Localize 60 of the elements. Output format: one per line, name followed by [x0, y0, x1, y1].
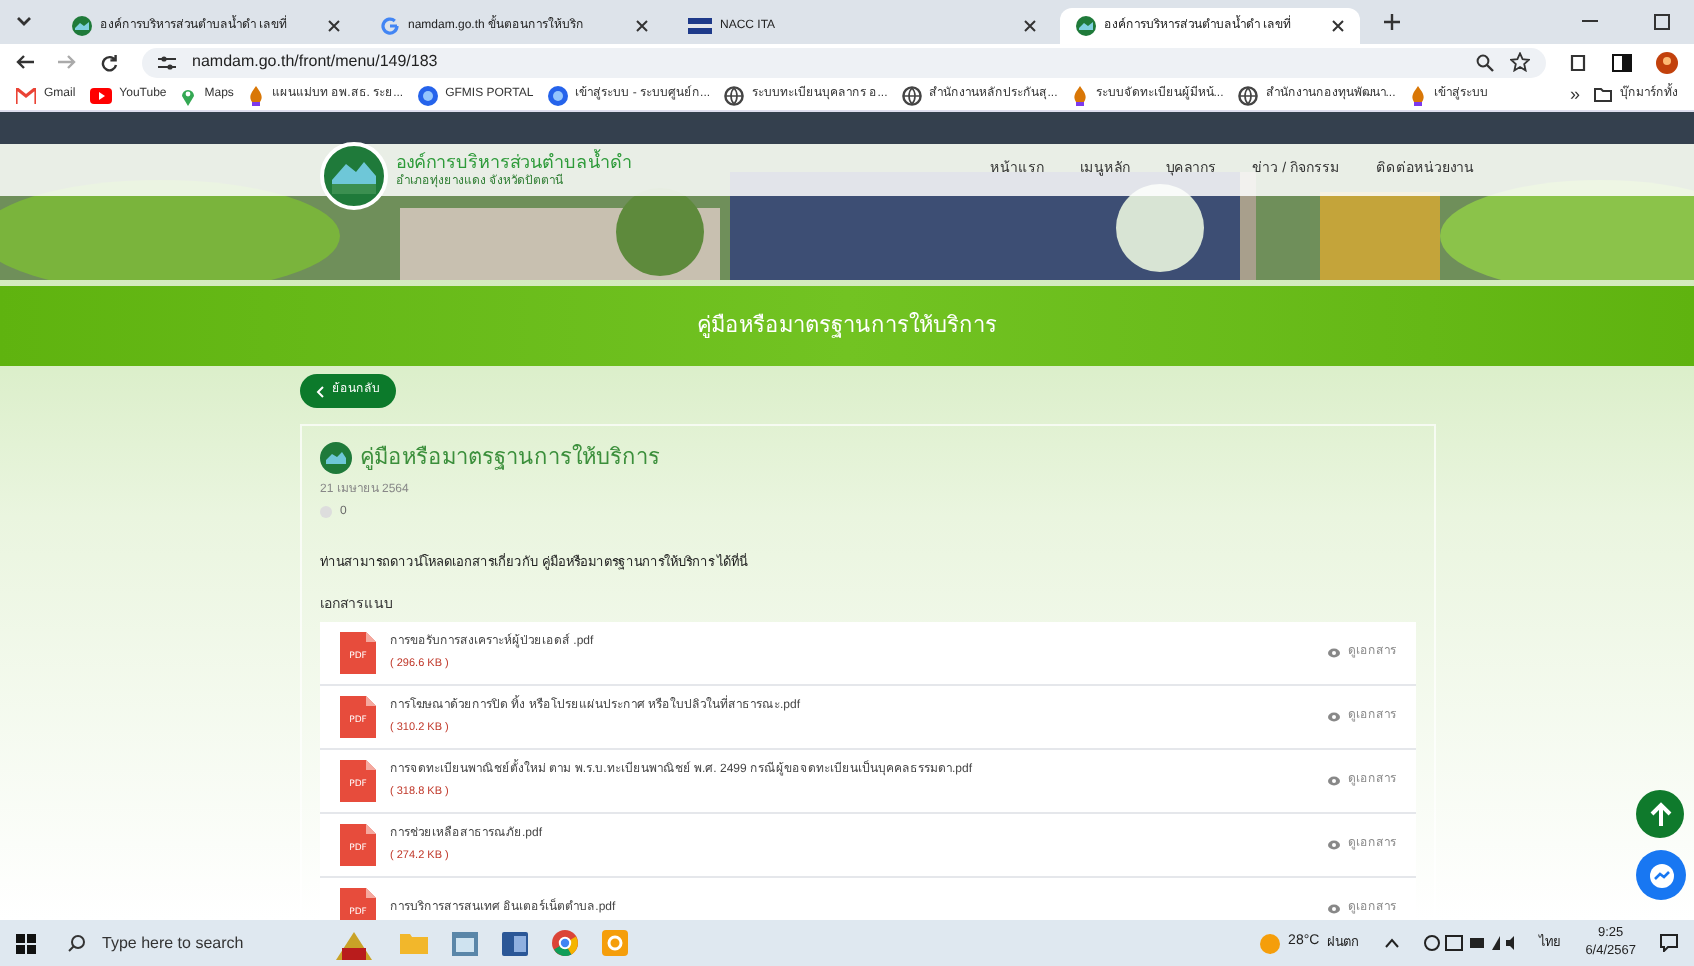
flag-icon	[688, 18, 712, 34]
flame-icon	[1071, 85, 1088, 105]
reload-icon[interactable]	[100, 53, 118, 71]
notification-icon[interactable]	[1660, 934, 1678, 952]
chevron-down-icon[interactable]	[16, 16, 32, 28]
profile-avatar-icon[interactable]	[1656, 51, 1678, 73]
close-icon[interactable]	[636, 20, 648, 32]
address-bar[interactable]: namdam.go.th/front/menu/149/183	[142, 47, 1546, 77]
star-icon[interactable]	[1510, 52, 1530, 72]
scroll-to-top-button[interactable]	[1636, 790, 1684, 838]
maximize-icon[interactable]	[1654, 14, 1670, 30]
globe-icon	[901, 85, 922, 105]
folder-icon	[1594, 88, 1612, 102]
view-icon	[320, 506, 332, 518]
back-arrow-icon[interactable]	[16, 54, 34, 70]
eye-icon	[1328, 903, 1340, 914]
tray-icons-drawing[interactable]	[1423, 934, 1516, 952]
word-icon[interactable]	[502, 931, 528, 955]
card-title: คู่มือหรือมาตรฐานการให้บริการ	[360, 442, 660, 474]
emblem-icon	[72, 16, 92, 36]
emblem-icon	[320, 442, 352, 475]
eye-icon	[1328, 775, 1340, 786]
envelope-icon	[16, 87, 36, 103]
globe-icon	[417, 85, 438, 105]
chevron-up-icon[interactable]	[1383, 938, 1400, 948]
url-text: namdam.go.th/front/menu/149/183	[192, 50, 440, 74]
zoom-icon[interactable]	[1476, 53, 1494, 71]
eye-icon	[1328, 647, 1340, 658]
eye-icon	[1328, 839, 1340, 850]
more-bookmarks-button[interactable]: »	[1569, 81, 1580, 109]
chat-bubble-icon	[1647, 861, 1675, 889]
play-icon	[89, 87, 112, 103]
close-icon[interactable]	[1024, 20, 1036, 32]
close-icon[interactable]	[328, 20, 340, 32]
flame-icon	[1409, 85, 1426, 105]
chevron-left-icon	[316, 385, 324, 397]
temple-icon[interactable]	[332, 927, 376, 959]
globe-icon	[724, 85, 745, 105]
search-icon	[68, 934, 86, 952]
site-name: องค์การบริหารส่วนตำบลน้ำดำ	[396, 153, 632, 171]
close-icon[interactable]	[1332, 20, 1344, 32]
app-tile-icon[interactable]	[602, 930, 628, 956]
messenger-button[interactable]	[1636, 850, 1686, 900]
arrow-up-icon	[1649, 802, 1671, 826]
g-letter-icon	[380, 16, 400, 36]
taskbar-search-field[interactable]: Type here to search	[68, 931, 308, 955]
minimize-icon[interactable]	[1582, 20, 1598, 24]
window-app-icon[interactable]	[452, 931, 478, 955]
map-pin-icon	[180, 85, 197, 105]
windows-logo-icon[interactable]	[16, 933, 36, 953]
globe-icon	[547, 85, 568, 105]
emblem-icon	[1076, 16, 1096, 36]
flame-icon	[247, 85, 264, 105]
sidebar-icon[interactable]	[1612, 53, 1632, 71]
chrome-icon[interactable]	[552, 930, 578, 956]
page-title: คู่มือหรือมาตรฐานการให้บริการ	[697, 310, 997, 342]
plus-icon[interactable]	[1384, 14, 1400, 30]
sliders-icon[interactable]	[158, 55, 176, 69]
globe-icon	[1237, 85, 1258, 105]
eye-icon	[1328, 711, 1340, 722]
